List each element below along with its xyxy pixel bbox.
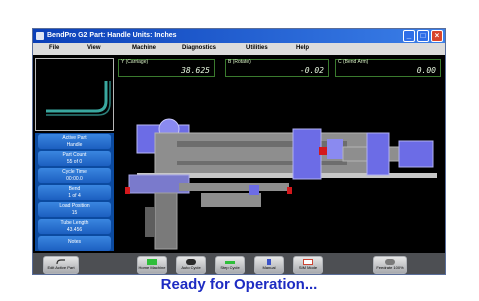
tile-value: 00:00.0 — [66, 176, 83, 182]
readout-value: 0.00 — [416, 66, 436, 75]
feedrate-knob-icon — [385, 259, 395, 265]
tube-shape-icon — [46, 81, 111, 116]
tile-value: 15 — [71, 210, 78, 216]
part-preview — [35, 58, 114, 131]
tail-unit — [366, 132, 390, 176]
tile-notes[interactable]: Notes — [38, 236, 111, 251]
readout-label: B (Rotate) — [228, 59, 251, 65]
menu-help[interactable]: Help — [296, 45, 309, 51]
readout-label: C (Bend Arm) — [338, 59, 369, 65]
manual-icon — [267, 259, 271, 265]
menu-view[interactable]: View — [87, 45, 101, 51]
button-label: Manual — [262, 265, 276, 270]
bender-diagram — [125, 118, 437, 250]
button-label: SIM Mode — [298, 265, 318, 270]
manual-button[interactable]: Manual — [254, 256, 284, 274]
support-column-side — [145, 207, 155, 237]
support-column — [154, 192, 178, 250]
auto-cycle-icon — [186, 259, 196, 265]
limit-marker-left — [125, 187, 130, 194]
lower-rail — [179, 183, 289, 191]
readout-value: 38.625 — [181, 66, 210, 75]
tile-label: Load Position — [59, 203, 90, 209]
carriage-marker — [319, 147, 327, 155]
auto-cycle-button[interactable]: Auto Cycle — [176, 256, 206, 274]
control-toolbar: Edit Active Part Home Machine Auto Cycle… — [33, 253, 445, 274]
step-cycle-button[interactable]: Step Cycle — [215, 256, 245, 274]
tile-label: Tube Length — [60, 220, 89, 226]
readout-b-rotate: B (Rotate) -0.02 — [225, 59, 329, 77]
window-title: BendPro G2 Part: Handle Units: Inches — [47, 32, 177, 39]
lower-carriage — [201, 193, 261, 207]
readout-label: Y (Carriage) — [121, 59, 149, 65]
button-label: Auto Cycle — [181, 265, 201, 270]
carriage — [292, 128, 322, 180]
button-label: Step Cycle — [220, 265, 240, 270]
app-icon — [36, 32, 44, 40]
sim-mode-icon — [303, 259, 313, 265]
button-label: Feedrate 100% — [376, 265, 404, 270]
tile-tube-length[interactable]: Tube Length 43.456 — [38, 219, 111, 234]
menu-utilities[interactable]: Utilities — [246, 45, 268, 51]
tail-motor — [398, 140, 434, 168]
tile-label: Bend — [68, 186, 81, 192]
menu-machine[interactable]: Machine — [132, 45, 156, 51]
tile-cycle-time[interactable]: Cycle Time 00:00.0 — [38, 168, 111, 183]
button-label: Edit Active Part — [47, 265, 75, 270]
minimize-button[interactable]: _ — [403, 30, 415, 42]
close-button[interactable]: × — [431, 30, 443, 42]
tile-value: 55 of 0 — [66, 159, 83, 165]
status-message: Ready for Operation... — [32, 275, 446, 301]
tile-bend[interactable]: Bend 1 of 4 — [38, 185, 111, 200]
menu-diagnostics[interactable]: Diagnostics — [182, 45, 216, 51]
feedrate-button[interactable]: Feedrate 100% — [373, 256, 407, 274]
tile-value: 43.456 — [66, 227, 83, 233]
app-window: BendPro G2 Part: Handle Units: Inches _ … — [32, 28, 446, 275]
maximize-button[interactable]: □ — [417, 30, 429, 42]
readout-c-bend-arm: C (Bend Arm) 0.00 — [335, 59, 441, 77]
home-machine-button[interactable]: Home Machine — [137, 256, 167, 274]
edit-active-part-button[interactable]: Edit Active Part — [43, 256, 79, 274]
readout-y-carriage: Y (Carriage) 38.625 — [118, 59, 215, 77]
tile-value: Handle — [66, 142, 83, 148]
readout-value: -0.02 — [299, 66, 324, 75]
button-label: Home Machine — [138, 265, 166, 270]
menu-file[interactable]: File — [49, 45, 59, 51]
title-bar: BendPro G2 Part: Handle Units: Inches _ … — [33, 29, 445, 43]
tile-load-position[interactable]: Load Position 15 — [38, 202, 111, 217]
tile-label: Active Part — [62, 135, 87, 141]
lower-block — [249, 185, 259, 195]
menu-bar: File View Machine Diagnostics Utilities … — [33, 43, 445, 55]
tile-part-count[interactable]: Part Count 55 of 0 — [38, 151, 111, 166]
tile-active-part[interactable]: Active Part Handle — [38, 134, 111, 149]
tile-value: 1 of 4 — [68, 193, 81, 199]
bent-tube-icon — [56, 259, 65, 265]
home-icon — [147, 259, 157, 265]
limit-marker-right — [287, 187, 292, 194]
machine-view — [117, 81, 443, 251]
tile-label: Part Count — [62, 152, 87, 158]
tile-label: Cycle Time — [62, 169, 87, 175]
info-sidebar: Active Part Handle Part Count 55 of 0 Cy… — [35, 133, 114, 251]
step-cycle-icon — [225, 261, 235, 264]
sim-mode-button[interactable]: SIM Mode — [293, 256, 323, 274]
screenshot-frame: BendPro G2 Part: Handle Units: Inches _ … — [0, 0, 479, 301]
tile-label: Notes — [67, 239, 82, 245]
carriage-block — [327, 139, 343, 159]
